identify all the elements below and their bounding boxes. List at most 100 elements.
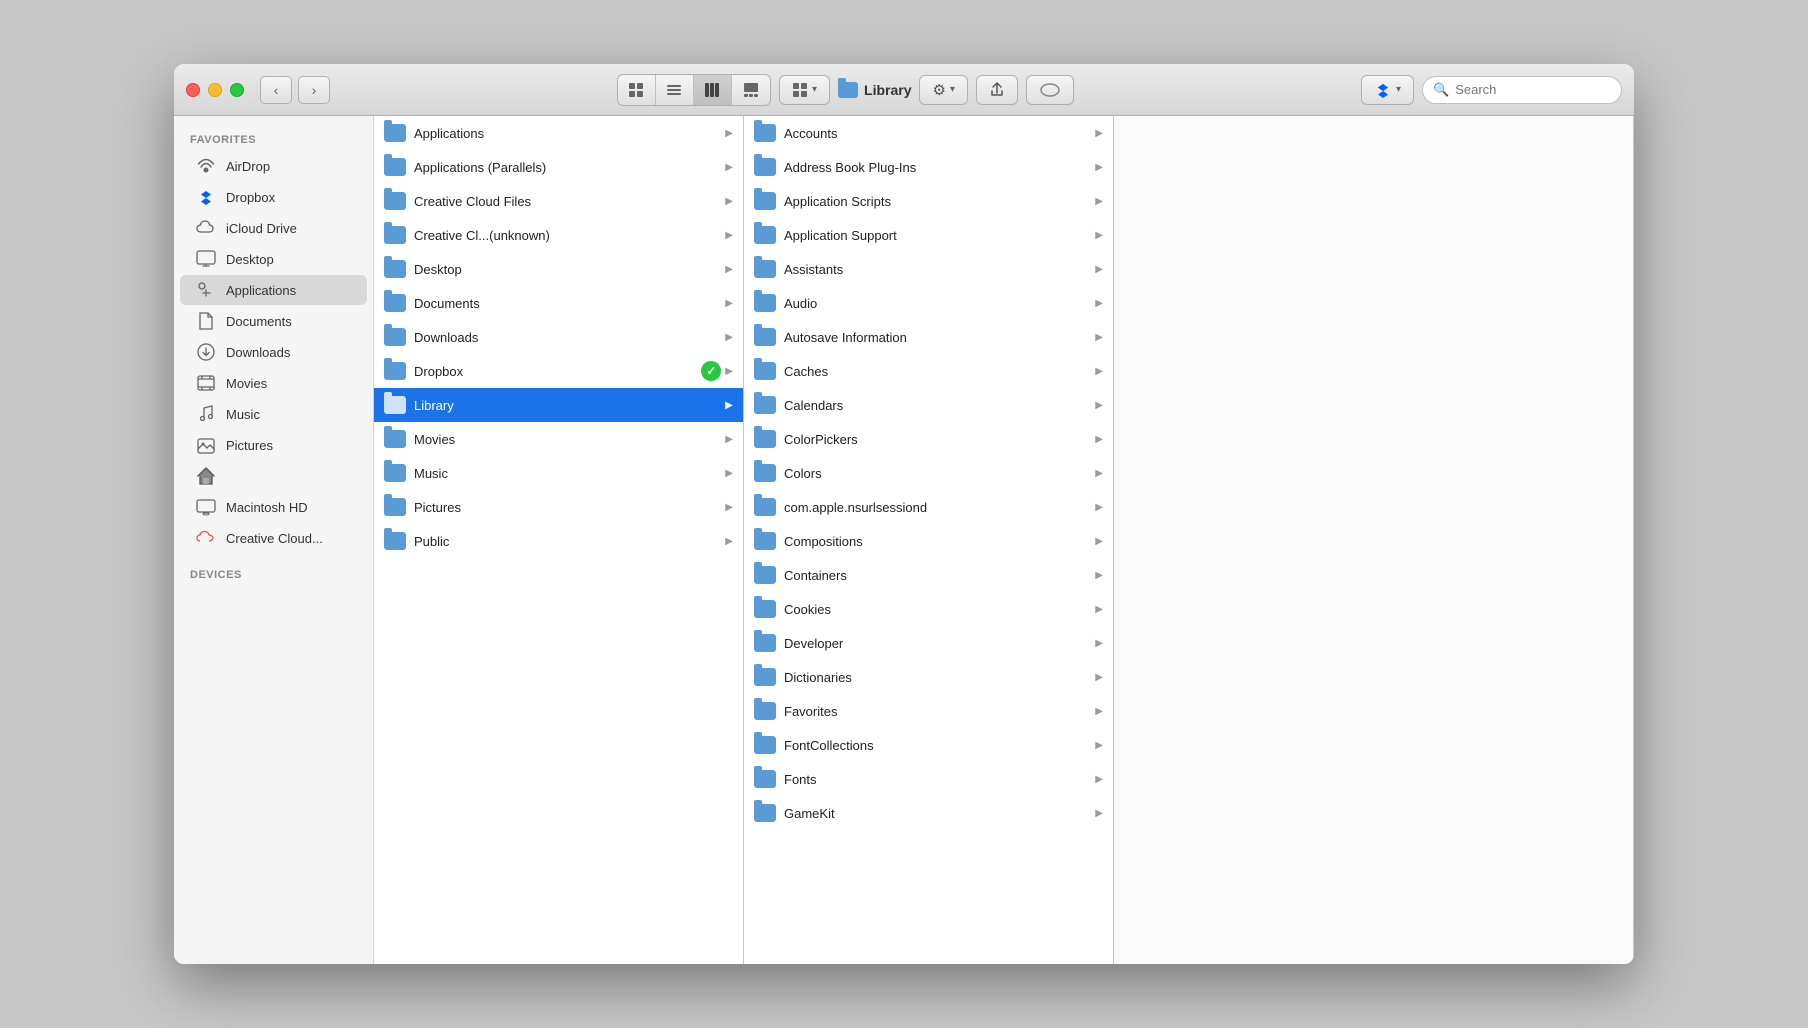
finder-window: ‹ › (174, 64, 1634, 964)
list-view-btn[interactable] (656, 75, 694, 105)
minimize-button[interactable] (208, 83, 222, 97)
sidebar-item-airdrop[interactable]: AirDrop (180, 151, 367, 181)
pictures-icon (196, 435, 216, 455)
list-item[interactable]: Audio ▶ (744, 286, 1113, 320)
sidebar-item-dropbox[interactable]: Dropbox (180, 182, 367, 212)
tag-btn[interactable] (1026, 75, 1074, 105)
sidebar-item-pictures[interactable]: Pictures (180, 430, 367, 460)
icloud-label: iCloud Drive (226, 221, 297, 236)
list-item[interactable]: Accounts ▶ (744, 116, 1113, 150)
folder-icon (754, 600, 776, 618)
pictures-label: Pictures (226, 438, 273, 453)
sidebar-item-applications[interactable]: Applications (180, 275, 367, 305)
back-button[interactable]: ‹ (260, 76, 292, 104)
sidebar-item-downloads[interactable]: Downloads (180, 337, 367, 367)
toolbar-center: ▾ Library ⚙ ▾ (330, 74, 1361, 106)
folder-icon (754, 430, 776, 448)
list-item[interactable]: Fonts ▶ (744, 762, 1113, 796)
sidebar: Favorites AirDrop (174, 116, 374, 964)
list-item[interactable]: Downloads ▶ (374, 320, 743, 354)
list-item[interactable]: Movies ▶ (374, 422, 743, 456)
action-btn[interactable]: ⚙ ▾ (919, 75, 967, 105)
list-item[interactable]: Desktop ▶ (374, 252, 743, 286)
sidebar-item-icloud[interactable]: iCloud Drive (180, 213, 367, 243)
list-item[interactable]: Applications (Parallels) ▶ (374, 150, 743, 184)
list-item[interactable]: Favorites ▶ (744, 694, 1113, 728)
sidebar-item-documents[interactable]: Documents (180, 306, 367, 336)
list-item[interactable]: Address Book Plug-Ins ▶ (744, 150, 1113, 184)
list-item[interactable]: Autosave Information ▶ (744, 320, 1113, 354)
folder-icon (754, 158, 776, 176)
main-content: Favorites AirDrop (174, 116, 1634, 964)
sidebar-item-macintosh[interactable]: Macintosh HD (180, 492, 367, 522)
sidebar-item-desktop[interactable]: Desktop (180, 244, 367, 274)
arrange-btn[interactable]: ▾ (779, 75, 830, 105)
applications-label: Applications (226, 283, 296, 298)
desktop-label: Desktop (226, 252, 274, 267)
folder-icon (384, 396, 406, 414)
folder-icon (384, 532, 406, 550)
folder-icon (754, 464, 776, 482)
list-item[interactable]: Application Scripts ▶ (744, 184, 1113, 218)
dropbox-btn[interactable]: ▾ (1361, 75, 1414, 105)
folder-icon (384, 328, 406, 346)
list-item[interactable]: Dictionaries ▶ (744, 660, 1113, 694)
list-item[interactable]: Pictures ▶ (374, 490, 743, 524)
folder-icon (384, 192, 406, 210)
list-item[interactable]: Cookies ▶ (744, 592, 1113, 626)
folder-icon (754, 532, 776, 550)
folder-icon (384, 226, 406, 244)
list-item[interactable]: Application Support ▶ (744, 218, 1113, 252)
search-box[interactable]: 🔍 (1422, 76, 1622, 104)
icon-view-btn[interactable] (618, 75, 656, 105)
list-item[interactable]: Containers ▶ (744, 558, 1113, 592)
list-item[interactable]: ColorPickers ▶ (744, 422, 1113, 456)
devices-section-label: Devices (174, 561, 373, 585)
list-item[interactable]: Music ▶ (374, 456, 743, 490)
share-btn[interactable] (976, 75, 1018, 105)
list-item-library[interactable]: Library ▶ (374, 388, 743, 422)
column-3 (1114, 116, 1634, 964)
list-item[interactable]: Calendars ▶ (744, 388, 1113, 422)
list-item[interactable]: Documents ▶ (374, 286, 743, 320)
folder-icon (754, 702, 776, 720)
music-label: Music (226, 407, 260, 422)
list-item[interactable]: Creative Cl...(unknown) ▶ (374, 218, 743, 252)
maximize-button[interactable] (230, 83, 244, 97)
list-item[interactable]: Colors ▶ (744, 456, 1113, 490)
column-1: Applications ▶ Applications (Parallels) … (374, 116, 744, 964)
list-item[interactable]: Public ▶ (374, 524, 743, 558)
list-item[interactable]: FontCollections ▶ (744, 728, 1113, 762)
title-folder-icon (838, 82, 858, 98)
list-item[interactable]: Developer ▶ (744, 626, 1113, 660)
folder-icon (754, 770, 776, 788)
list-item[interactable]: GameKit ▶ (744, 796, 1113, 830)
search-input[interactable] (1455, 82, 1611, 97)
folder-icon (754, 328, 776, 346)
column-view-btn[interactable] (694, 75, 732, 105)
list-item[interactable]: Compositions ▶ (744, 524, 1113, 558)
list-item[interactable]: com.apple.nsurlsessiond ▶ (744, 490, 1113, 524)
close-button[interactable] (186, 83, 200, 97)
icloud-icon (196, 218, 216, 238)
folder-icon (754, 294, 776, 312)
dropbox-sync-badge (701, 361, 721, 381)
nav-buttons: ‹ › (260, 76, 330, 104)
folder-icon (754, 566, 776, 584)
sidebar-item-movies[interactable]: Movies (180, 368, 367, 398)
list-item[interactable]: Creative Cloud Files ▶ (374, 184, 743, 218)
folder-icon (754, 736, 776, 754)
finder-columns: Applications ▶ Applications (Parallels) … (374, 116, 1634, 964)
list-item[interactable]: Dropbox ▶ (374, 354, 743, 388)
list-item[interactable]: Applications ▶ (374, 116, 743, 150)
gallery-view-btn[interactable] (732, 75, 770, 105)
sidebar-item-creativecloud[interactable]: Creative Cloud... (180, 523, 367, 553)
folder-icon (384, 362, 406, 380)
sidebar-item-music[interactable]: Music (180, 399, 367, 429)
folder-icon (384, 464, 406, 482)
forward-button[interactable]: › (298, 76, 330, 104)
list-item[interactable]: Caches ▶ (744, 354, 1113, 388)
movies-icon (196, 373, 216, 393)
sidebar-item-home[interactable] (180, 461, 367, 491)
list-item[interactable]: Assistants ▶ (744, 252, 1113, 286)
